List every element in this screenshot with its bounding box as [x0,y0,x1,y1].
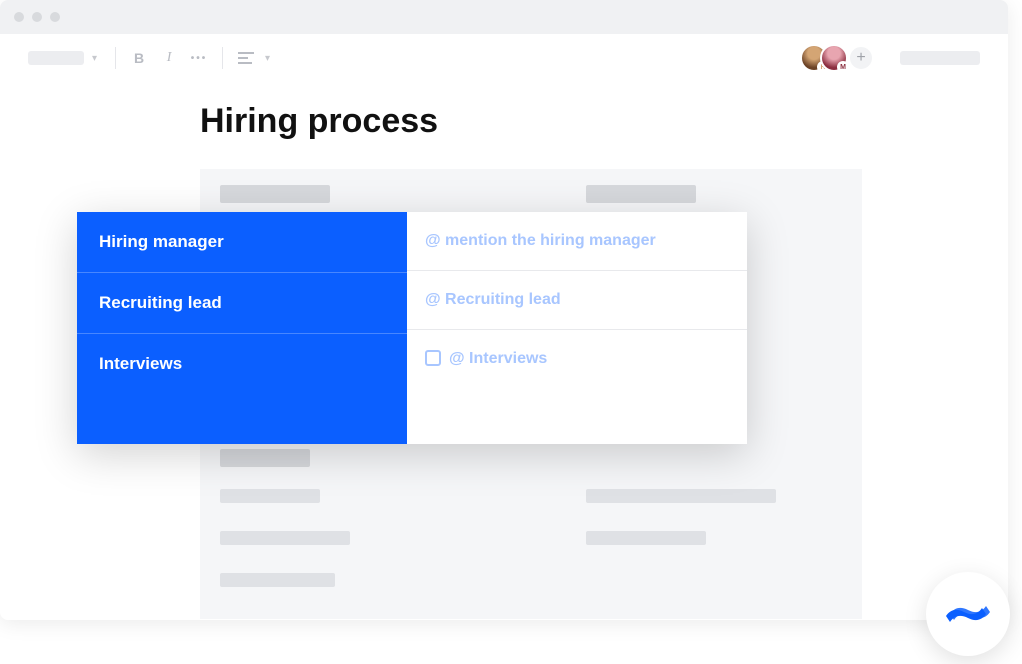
table-value-column: @ mention the hiring manager @ Recruitin… [407,212,747,444]
add-collaborator-button[interactable]: + [848,45,874,71]
skeleton-line [586,185,696,203]
editor-toolbar: ▾ B I ••• ▾ R M [0,34,1008,82]
skeleton-line [220,489,320,503]
table-label-cell[interactable]: Recruiting lead [77,273,407,334]
table-label-column: Hiring manager Recruiting lead Interview… [77,212,407,444]
avatar-badge: M [837,61,849,73]
table-value-cell[interactable]: @ Recruiting lead [407,271,747,330]
confluence-logo-icon [944,590,992,638]
mention-placeholder: @ Recruiting lead [425,291,561,309]
style-dropdown[interactable] [28,51,84,65]
table-value-cell[interactable]: @ Interviews [407,330,747,444]
skeleton-line [220,449,310,467]
italic-button[interactable]: I [158,47,180,69]
window-maximize-dot[interactable] [50,12,60,22]
mention-placeholder: @ Interviews [449,350,547,368]
share-button[interactable] [900,51,980,65]
table-label-cell[interactable]: Hiring manager [77,212,407,273]
page-title[interactable]: Hiring process [200,102,1008,141]
toolbar-left-group: ▾ B I ••• ▾ [28,47,276,69]
toolbar-right-group: R M + [800,44,980,72]
table-label-cell[interactable]: Interviews [77,334,407,444]
align-button[interactable] [235,47,257,69]
skeleton-line [220,531,350,545]
window-minimize-dot[interactable] [32,12,42,22]
align-left-icon [238,52,254,64]
chevron-down-icon: ▾ [265,53,270,64]
window-titlebar [0,0,1008,34]
skeleton-line [220,185,330,203]
collaborator-avatars: R M [800,44,848,72]
toolbar-separator [115,47,116,69]
skeleton-line [586,489,776,503]
chevron-down-icon: ▾ [92,53,97,64]
mention-placeholder: @ mention the hiring manager [425,232,656,250]
skeleton-line [220,573,335,587]
toolbar-separator [222,47,223,69]
bold-button[interactable]: B [128,47,150,69]
checkbox-icon[interactable] [425,350,441,366]
properties-table: Hiring manager Recruiting lead Interview… [77,212,747,444]
table-value-cell[interactable]: @ mention the hiring manager [407,212,747,271]
avatar[interactable]: M [820,44,848,72]
more-formatting-button[interactable]: ••• [188,47,210,69]
skeleton-line [586,531,706,545]
window-close-dot[interactable] [14,12,24,22]
confluence-logo-badge[interactable] [926,572,1010,656]
